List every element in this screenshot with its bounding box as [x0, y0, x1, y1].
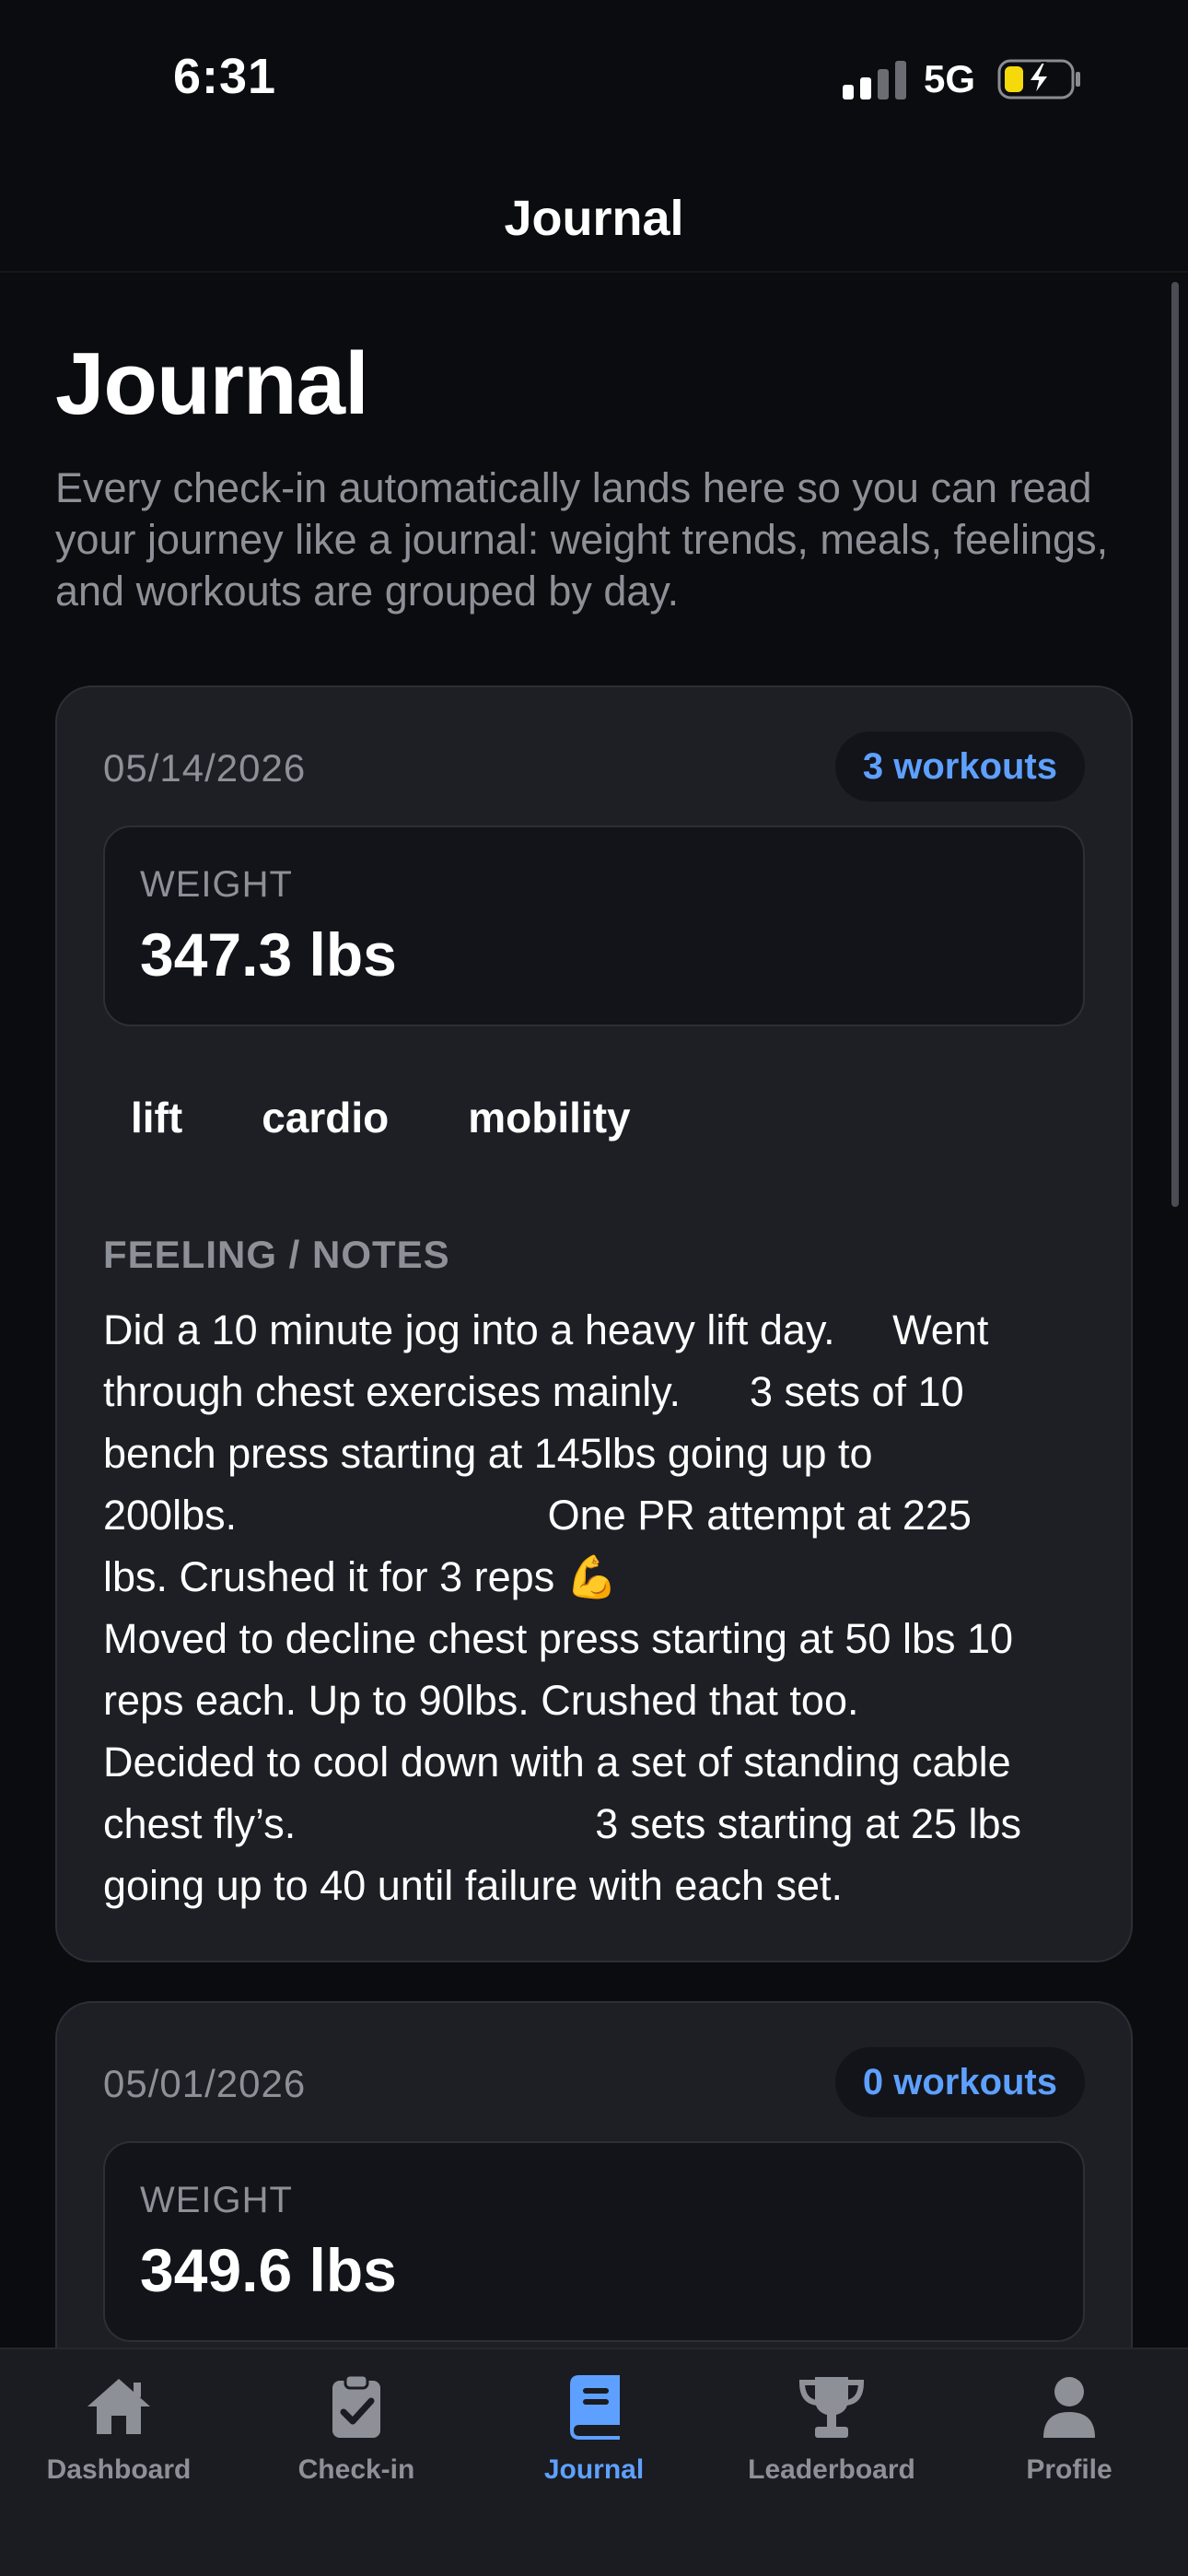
nav-header: Journal — [0, 157, 1188, 273]
journal-scroll-view[interactable]: Journal Every check-in automatically lan… — [0, 273, 1188, 2348]
tab-label: Journal — [543, 2454, 645, 2485]
tab-dashboard[interactable]: Dashboard — [0, 2371, 238, 2486]
tab-check-in[interactable]: Check-in — [238, 2371, 475, 2486]
trophy-icon — [798, 2377, 865, 2438]
tab-leaderboard[interactable]: Leaderboard — [713, 2371, 950, 2486]
weight-label: WEIGHT — [140, 2180, 293, 2220]
home-icon — [87, 2379, 150, 2434]
weight-box: WEIGHT 347.3 lbs — [103, 825, 1085, 1026]
workout-tag: cardio — [262, 1094, 390, 1142]
signal-icon — [843, 61, 906, 100]
weight-value: 347.3 lbs — [140, 920, 397, 989]
tab-profile[interactable]: Profile — [950, 2371, 1188, 2486]
journal-screen: 6:31 5G Journal Journal Every check-in a… — [0, 0, 1188, 2576]
tab-bar: Dashboard Check-in Journal Leaderboard P… — [0, 2348, 1188, 2576]
network-type: 5G — [924, 57, 976, 100]
notes-label: FEELING / NOTES — [103, 1233, 450, 1276]
entry-date: 05/14/2026 — [103, 746, 307, 790]
workout-count-badge: 0 workouts — [834, 2047, 1085, 2117]
weight-label: WEIGHT — [140, 864, 293, 905]
weight-box: WEIGHT 349.6 lbs — [103, 2141, 1085, 2342]
page-description: Every check-in automatically lands here … — [55, 464, 1109, 615]
clipboard-check-icon — [332, 2373, 380, 2438]
workout-count-badge: 3 workouts — [834, 732, 1085, 802]
nav-title: Journal — [504, 191, 684, 246]
journal-entry-card: 05/01/2026 0 workouts WEIGHT 349.6 lbs — [55, 2001, 1133, 2348]
tab-label: Check-in — [297, 2454, 415, 2485]
workout-tags: lift cardio mobility — [103, 1093, 682, 1142]
book-icon — [570, 2375, 620, 2440]
notes-text: Did a 10 minute jog into a heavy lift da… — [103, 1306, 1022, 1909]
tab-label: Leaderboard — [748, 2454, 915, 2485]
weight-value: 349.6 lbs — [140, 2236, 397, 2304]
journal-entry-card: 05/14/2026 3 workouts WEIGHT 347.3 lbs l… — [55, 685, 1133, 1962]
status-time: 6:31 — [173, 49, 277, 104]
page-title: Journal — [55, 334, 369, 433]
scrollbar[interactable] — [1171, 282, 1179, 1207]
tab-label: Dashboard — [46, 2454, 192, 2485]
person-icon — [1043, 2377, 1095, 2438]
tab-journal[interactable]: Journal — [475, 2371, 713, 2486]
entry-date: 05/01/2026 — [103, 2062, 307, 2105]
status-bar: 6:31 5G — [0, 0, 1188, 157]
workout-tag: lift — [131, 1094, 183, 1142]
workout-tag: mobility — [468, 1094, 631, 1142]
tab-label: Profile — [1026, 2454, 1112, 2485]
battery-charging-icon — [997, 59, 1080, 100]
